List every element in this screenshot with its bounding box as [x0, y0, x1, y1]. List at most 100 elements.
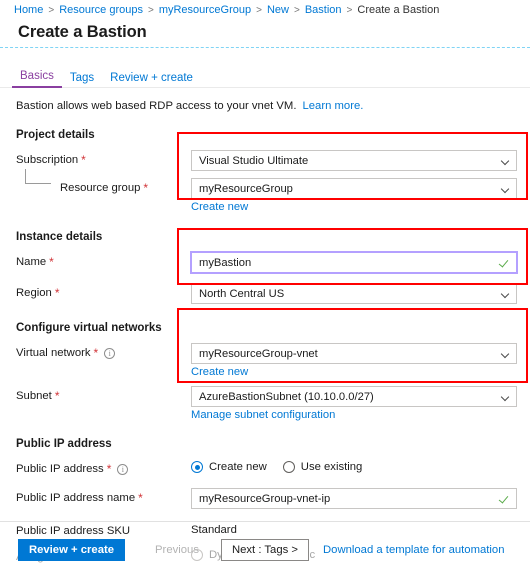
label-virtual-network: Virtual network * i	[16, 343, 191, 359]
control-region: North Central US	[191, 283, 530, 304]
label-subnet: Subnet *	[16, 386, 191, 402]
required-asterisk: *	[138, 491, 143, 505]
label-public-ip-address-text: Public IP address	[16, 463, 104, 475]
manage-subnet-configuration-link[interactable]: Manage subnet configuration	[191, 409, 335, 421]
field-row-subnet: Subnet * AzureBastionSubnet (10.10.0.0/27…	[16, 386, 530, 421]
control-public-ip-address: Create new Use existing	[191, 459, 530, 473]
required-asterisk: *	[49, 255, 54, 269]
resource-group-select[interactable]: myResourceGroup	[191, 178, 517, 199]
learn-more-link[interactable]: Learn more.	[302, 100, 363, 112]
resource-group-value: myResourceGroup	[199, 182, 293, 195]
chevron-down-icon	[502, 291, 509, 298]
label-public-ip-name-text: Public IP address name	[16, 492, 136, 504]
label-resource-group-text: Resource group	[60, 182, 141, 194]
intro-text-row: Bastion allows web based RDP access to y…	[0, 88, 530, 112]
required-asterisk: *	[93, 346, 99, 360]
tab-basics[interactable]: Basics	[12, 70, 62, 88]
required-asterisk: *	[54, 286, 60, 300]
required-asterisk: *	[143, 181, 149, 195]
public-ip-radio-group: Create new Use existing	[191, 459, 517, 473]
breadcrumb: Home > Resource groups > myResourceGroup…	[0, 0, 530, 20]
region-value: North Central US	[199, 287, 285, 300]
intro-text: Bastion allows web based RDP access to y…	[16, 100, 297, 112]
breadcrumb-separator: >	[294, 4, 300, 16]
breadcrumb-separator: >	[256, 4, 262, 16]
breadcrumb-separator: >	[48, 4, 55, 16]
subscription-value: Visual Studio Ultimate	[199, 154, 309, 167]
field-row-region: Region * North Central US	[16, 283, 530, 304]
checkmark-valid-icon	[499, 494, 509, 504]
tab-tags[interactable]: Tags	[62, 72, 102, 88]
required-asterisk: *	[106, 462, 112, 476]
virtual-network-value: myResourceGroup-vnet	[199, 347, 318, 360]
control-subnet: AzureBastionSubnet (10.10.0.0/27) Manage…	[191, 386, 530, 421]
control-virtual-network: myResourceGroup-vnet Create new	[191, 343, 530, 378]
review-create-button[interactable]: Review + create	[18, 538, 125, 561]
section-heading-project-details: Project details	[16, 129, 95, 141]
breadcrumb-item-bastion[interactable]: Bastion	[305, 4, 342, 16]
subnet-value: AzureBastionSubnet (10.10.0.0/27)	[199, 390, 374, 403]
label-resource-group: Resource group *	[16, 169, 191, 195]
chevron-down-icon	[502, 394, 509, 401]
field-row-resource-group: Resource group * myResourceGroup Create n…	[16, 169, 530, 213]
chevron-down-icon	[502, 186, 509, 193]
required-asterisk: *	[81, 153, 86, 167]
info-icon[interactable]: i	[104, 347, 116, 359]
control-name: myBastion	[190, 251, 530, 274]
tree-connector-icon	[25, 169, 51, 184]
radio-button-icon	[191, 461, 203, 473]
breadcrumb-item-create-a-bastion: Create a Bastion	[357, 4, 440, 16]
public-ip-name-input[interactable]: myResourceGroup-vnet-ip	[191, 488, 517, 509]
label-subnet-text: Subnet	[16, 390, 52, 402]
required-asterisk: *	[54, 389, 60, 403]
download-template-link[interactable]: Download a template for automation	[323, 544, 504, 556]
label-region-text: Region	[16, 287, 52, 299]
footer-bar: Review + create Previous Next : Tags > D…	[0, 533, 530, 566]
chevron-down-icon	[502, 158, 509, 165]
label-subscription: Subscription *	[16, 150, 191, 166]
resource-group-create-new-link[interactable]: Create new	[191, 201, 248, 213]
breadcrumb-separator: >	[346, 4, 353, 16]
control-public-ip-name: myResourceGroup-vnet-ip	[191, 488, 530, 509]
region-select[interactable]: North Central US	[191, 283, 517, 304]
breadcrumb-separator: >	[147, 4, 154, 16]
footer-divider	[0, 521, 530, 522]
control-resource-group: myResourceGroup Create new	[191, 178, 530, 213]
breadcrumb-item-myresourcegroup[interactable]: myResourceGroup	[159, 4, 251, 16]
breadcrumb-item-new[interactable]: New	[267, 4, 289, 16]
virtual-network-create-new-link[interactable]: Create new	[191, 366, 248, 378]
field-row-name: Name * myBastion	[16, 251, 530, 274]
public-ip-name-value: myResourceGroup-vnet-ip	[199, 492, 331, 505]
radio-use-existing[interactable]: Use existing	[282, 461, 363, 473]
radio-create-new[interactable]: Create new	[191, 461, 267, 473]
control-subscription: Visual Studio Ultimate	[191, 150, 530, 171]
label-name-text: Name	[16, 256, 47, 268]
info-icon[interactable]: i	[117, 463, 129, 475]
label-subscription-text: Subscription	[16, 154, 79, 166]
label-public-ip-address: Public IP address * i	[16, 459, 191, 475]
section-heading-instance-details: Instance details	[16, 231, 103, 243]
label-region: Region *	[16, 283, 191, 299]
label-public-ip-name: Public IP address name *	[16, 488, 191, 504]
name-input[interactable]: myBastion	[190, 251, 518, 274]
page-title: Create a Bastion	[18, 23, 147, 41]
tab-bar: Basics Tags Review + create	[0, 66, 530, 88]
breadcrumb-item-resource-groups[interactable]: Resource groups	[59, 4, 143, 16]
radio-use-existing-label: Use existing	[300, 461, 363, 473]
chevron-down-icon	[502, 351, 509, 358]
previous-button: Previous	[155, 543, 199, 556]
field-row-public-ip-address: Public IP address * i Create new Use exis…	[16, 459, 530, 475]
label-virtual-network-text: Virtual network	[16, 347, 91, 359]
radio-button-icon	[282, 461, 295, 473]
subscription-select[interactable]: Visual Studio Ultimate	[191, 150, 517, 171]
subnet-select[interactable]: AzureBastionSubnet (10.10.0.0/27)	[191, 386, 517, 407]
name-input-value: myBastion	[199, 256, 252, 269]
section-heading-configure-virtual-networks: Configure virtual networks	[16, 322, 162, 334]
field-row-public-ip-name: Public IP address name * myResourceGroup-…	[16, 488, 530, 509]
tab-review-create[interactable]: Review + create	[102, 72, 201, 88]
breadcrumb-item-home[interactable]: Home	[14, 4, 43, 16]
virtual-network-select[interactable]: myResourceGroup-vnet	[191, 343, 517, 364]
field-row-virtual-network: Virtual network * i myResourceGroup-vnet …	[16, 343, 530, 378]
checkmark-valid-icon	[499, 258, 509, 268]
next-tags-button[interactable]: Next : Tags >	[221, 538, 309, 561]
